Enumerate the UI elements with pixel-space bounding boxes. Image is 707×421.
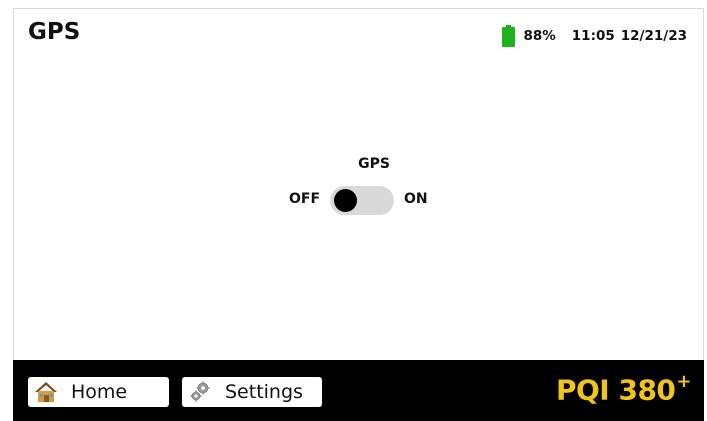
home-button-label: Home (71, 381, 128, 403)
clock-date: 12/21/23 (620, 28, 687, 44)
toggle-knob[interactable] (334, 189, 357, 212)
gps-toggle-title: GPS (358, 156, 390, 172)
brand-text: PQI 380 (555, 373, 676, 407)
settings-button[interactable]: Settings (182, 377, 322, 407)
bottom-nav-bar: Home Settings PQI 380+ (13, 360, 704, 421)
clock-time: 11:05 (571, 28, 615, 44)
brand-plus: + (676, 371, 691, 392)
toggle-off-label: OFF (289, 191, 321, 207)
device-frame: GPS 88% 11:05 12/21/23 GPS OFF ON Home S… (0, 0, 707, 421)
gear-icon (188, 380, 212, 404)
gps-toggle-switch[interactable] (330, 186, 394, 215)
battery-icon (502, 25, 516, 47)
home-icon (34, 380, 58, 404)
settings-button-label: Settings (225, 381, 303, 403)
gps-toggle-group: GPS OFF ON (289, 156, 449, 226)
toggle-on-label: ON (404, 191, 428, 207)
brand-logo: PQI 380+ (555, 371, 692, 407)
home-button[interactable]: Home (28, 377, 169, 407)
page-title: GPS (28, 19, 81, 45)
status-bar: 88% 11:05 12/21/23 (502, 25, 687, 47)
battery-percent: 88% (523, 28, 556, 44)
main-screen: GPS 88% 11:05 12/21/23 GPS OFF ON (13, 8, 704, 361)
